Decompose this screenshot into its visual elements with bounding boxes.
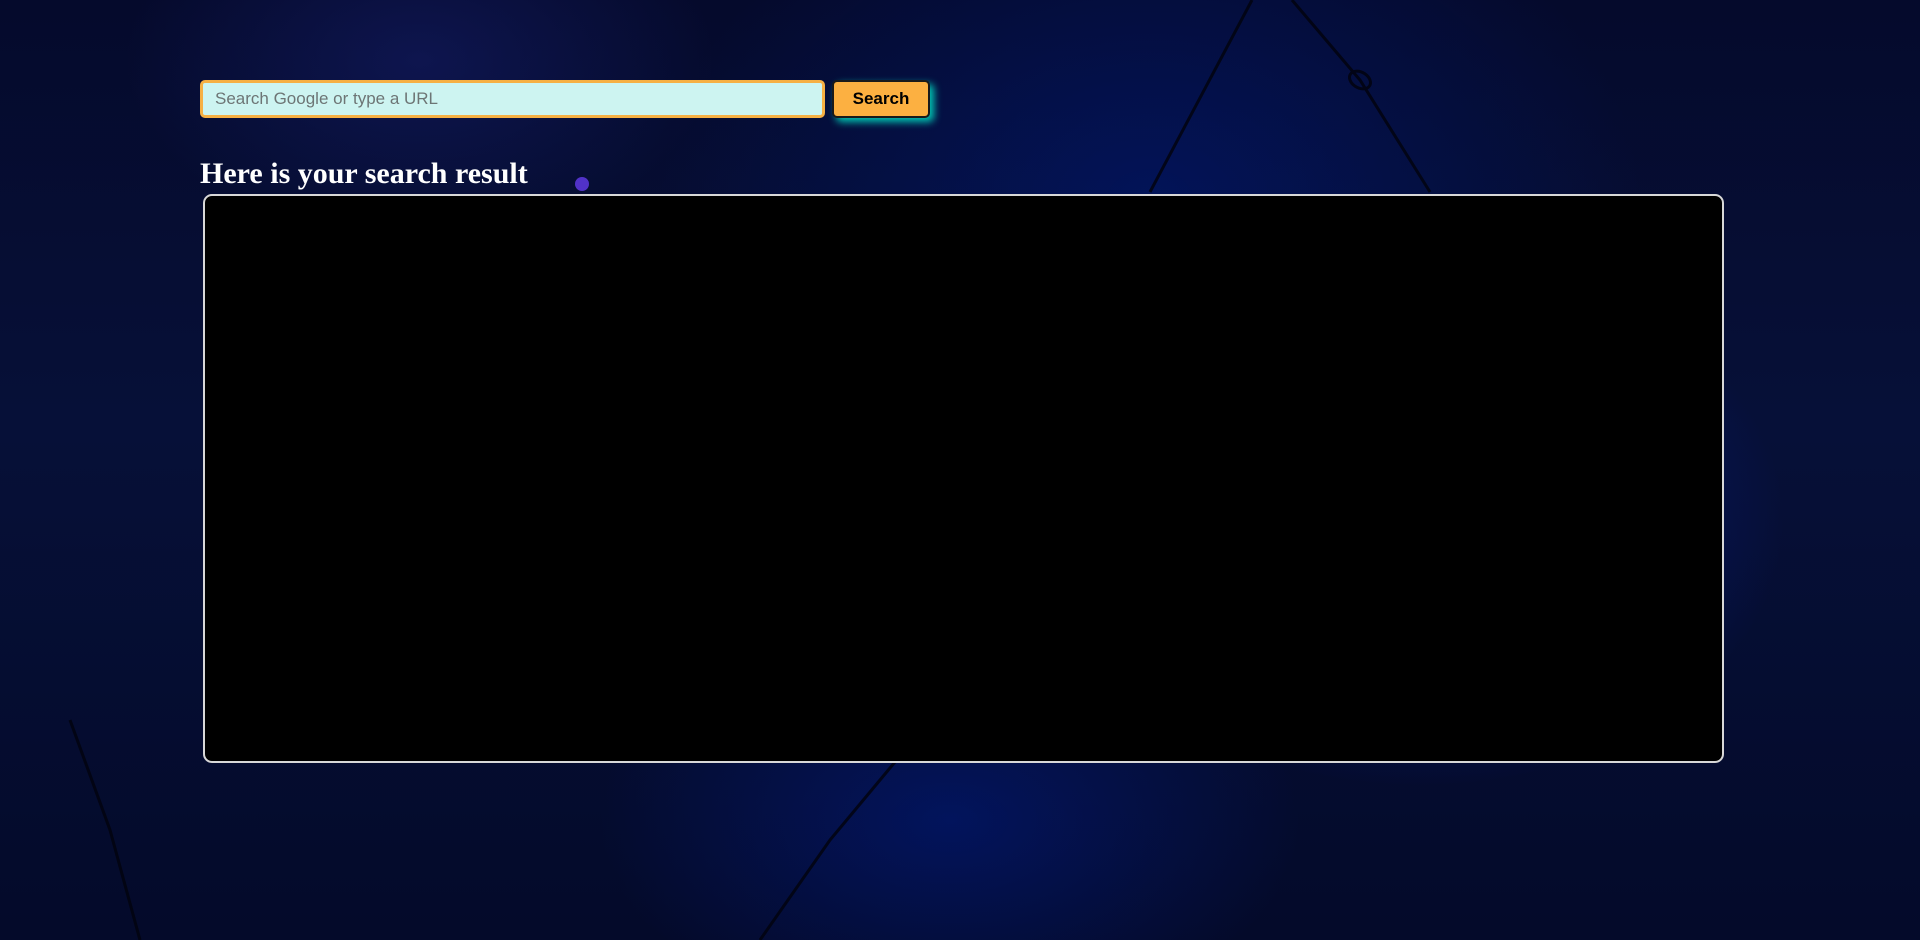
search-form: Search (200, 80, 930, 118)
search-button[interactable]: Search (832, 80, 930, 118)
search-input[interactable] (200, 80, 825, 118)
search-result-frame[interactable] (203, 194, 1724, 763)
result-heading: Here is your search result (200, 157, 528, 190)
